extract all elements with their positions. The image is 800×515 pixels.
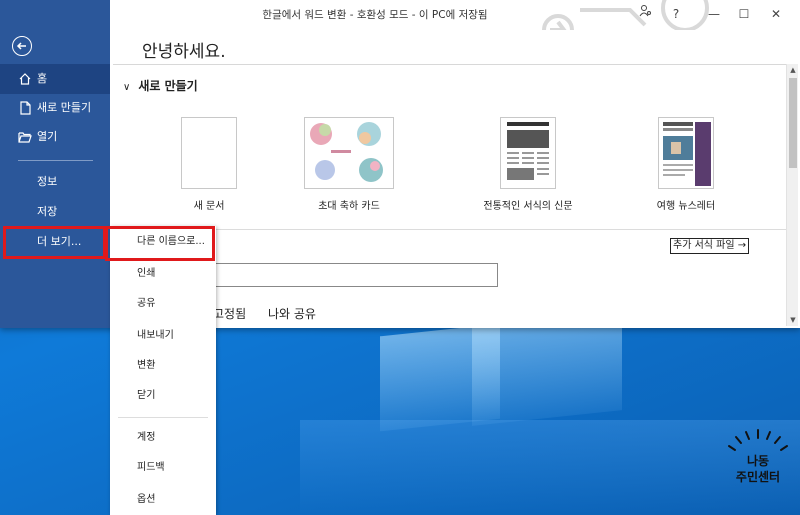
- template-label: 전통적인 서식의 신문: [483, 201, 573, 212]
- nav-item-save[interactable]: 저장: [0, 197, 110, 227]
- coauthor-icon[interactable]: [632, 3, 660, 25]
- new-document-icon: [20, 101, 31, 115]
- watermark-line-1: 나동: [746, 454, 770, 468]
- scroll-up-icon[interactable]: ▲: [787, 64, 799, 76]
- template-label: 새 문서: [193, 201, 225, 212]
- tab-shared-with-me[interactable]: 나와 공유: [268, 305, 316, 322]
- chevron-down-icon: ∨: [123, 82, 131, 93]
- menu-divider: [118, 417, 208, 418]
- travel-newsletter-thumbnail: [658, 117, 714, 189]
- page-title: 안녕하세요.: [142, 42, 226, 62]
- nav-item-open[interactable]: 열기: [0, 122, 110, 152]
- vertical-scrollbar[interactable]: ▲ ▼: [786, 64, 798, 326]
- menu-item-label: 닫기: [137, 390, 156, 401]
- menu-item-account[interactable]: 계정: [110, 424, 216, 452]
- tab-pinned[interactable]: 고정됨: [213, 305, 246, 322]
- help-button[interactable]: ?: [662, 3, 690, 25]
- nav-item-label: 새로 만들기: [37, 101, 92, 114]
- nav-item-label: 홈: [37, 72, 48, 85]
- menu-item-label: 내보내기: [137, 330, 174, 341]
- new-section-header[interactable]: ∨ 새로 만들기: [123, 77, 198, 94]
- watermark-logo: 나동 주민센터: [720, 428, 796, 504]
- close-button[interactable]: ✕: [762, 3, 790, 25]
- menu-item-print[interactable]: 인쇄: [110, 260, 216, 288]
- highlight-box-save-as: [105, 226, 215, 261]
- template-label: 여행 뉴스레터: [656, 201, 716, 212]
- nav-item-info[interactable]: 정보: [0, 167, 110, 197]
- newspaper-thumbnail: [500, 117, 556, 189]
- blank-document-thumbnail: [181, 117, 237, 189]
- menu-item-options[interactable]: 옵션: [110, 486, 216, 514]
- backstage-nav: 홈 새로 만들기 열기 정보 저장 더 보기...: [0, 0, 110, 328]
- title-decoration: [542, 0, 709, 30]
- title-bar: 한글에서 워드 변환 - 호환성 모드 - 이 PC에 저장됨 ? — ☐ ✕: [110, 0, 800, 30]
- new-section-title: 새로 만들기: [138, 79, 198, 93]
- menu-item-label: 피드백: [137, 462, 165, 473]
- window-title: 한글에서 워드 변환 - 호환성 모드 - 이 PC에 저장됨: [262, 9, 488, 21]
- menu-item-share[interactable]: 공유: [110, 290, 216, 318]
- menu-item-label: 변환: [137, 360, 156, 371]
- invitation-card-thumbnail: [304, 117, 394, 189]
- menu-item-close[interactable]: 닫기: [110, 382, 216, 410]
- menu-item-label: 옵션: [137, 494, 156, 505]
- nav-divider: [18, 160, 93, 161]
- nav-item-home[interactable]: 홈: [0, 64, 110, 94]
- watermark-line-2: 주민센터: [735, 470, 781, 484]
- menu-item-label: 인쇄: [137, 268, 156, 279]
- menu-item-label: 공유: [137, 298, 156, 309]
- menu-item-label: 계정: [137, 432, 156, 443]
- home-icon: [19, 73, 31, 85]
- menu-item-convert[interactable]: 변환: [110, 352, 216, 380]
- more-templates-link[interactable]: 추가 서식 파일 →: [670, 238, 750, 254]
- minimize-button[interactable]: —: [700, 3, 728, 25]
- nav-item-new[interactable]: 새로 만들기: [0, 93, 110, 123]
- folder-open-icon: [18, 132, 32, 143]
- menu-item-export[interactable]: 내보내기: [110, 322, 216, 350]
- nav-item-label: 열기: [37, 130, 58, 143]
- scroll-down-icon[interactable]: ▼: [787, 314, 799, 326]
- more-flyout-menu: 다른 이름으로... 인쇄 공유 내보내기 변환 닫기 계정 피드백 옵션: [110, 226, 216, 515]
- maximize-button[interactable]: ☐: [730, 3, 758, 25]
- menu-item-feedback[interactable]: 피드백: [110, 454, 216, 482]
- highlight-box-more: [3, 226, 106, 259]
- search-input[interactable]: [211, 263, 498, 287]
- nav-item-label: 저장: [37, 205, 58, 218]
- scrollbar-thumb[interactable]: [789, 78, 797, 168]
- back-arrow-icon[interactable]: [12, 36, 32, 56]
- nav-item-label: 정보: [37, 175, 58, 188]
- template-label: 초대 축하 카드: [318, 201, 380, 212]
